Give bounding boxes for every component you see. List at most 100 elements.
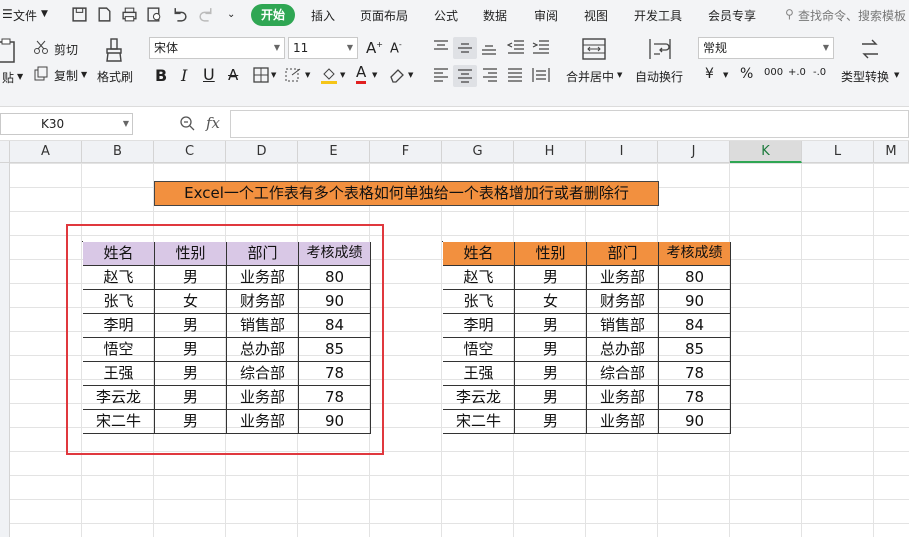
column-header-A[interactable]: A [10, 141, 82, 163]
strikethrough-icon[interactable]: A [228, 66, 238, 84]
column-header-K[interactable]: K [730, 141, 802, 163]
print-preview-icon[interactable] [146, 6, 163, 23]
search-icon[interactable]: ⚲ [785, 7, 794, 21]
column-header-M[interactable]: M [874, 141, 909, 163]
right-data-cell[interactable]: 78 [659, 386, 731, 410]
right-data-cell[interactable]: 84 [659, 314, 731, 338]
italic-icon[interactable]: I [181, 66, 187, 85]
tab-page-layout[interactable]: 页面布局 [360, 7, 408, 24]
number-format-select[interactable]: 常规 ▼ [698, 37, 834, 59]
right-data-cell[interactable]: 宋二牛 [443, 410, 515, 434]
right-data-cell[interactable]: 男 [515, 410, 587, 434]
right-header-cell[interactable]: 考核成绩 [659, 242, 731, 266]
copy-icon[interactable] [33, 66, 49, 82]
format-painter-button[interactable]: 格式刷 [97, 68, 133, 85]
tab-developer[interactable]: 开发工具 [634, 7, 682, 24]
type-convert-dropdown-icon[interactable]: ▼ [894, 71, 899, 79]
font-family-select[interactable]: 宋体 ▼ [149, 37, 285, 59]
right-data-cell[interactable]: 85 [659, 338, 731, 362]
column-header-C[interactable]: C [154, 141, 226, 163]
right-data-cell[interactable]: 90 [659, 290, 731, 314]
format-painter-icon[interactable] [104, 38, 124, 62]
paste-label[interactable]: 贴 [2, 69, 14, 86]
bold-icon[interactable]: B [155, 66, 167, 85]
indent-icon[interactable] [532, 40, 550, 54]
align-top-icon[interactable] [433, 40, 449, 54]
align-bottom-icon[interactable] [481, 41, 497, 55]
border-dropdown-icon[interactable]: ▼ [271, 71, 276, 79]
right-data-cell[interactable]: 80 [659, 266, 731, 290]
right-data-cell[interactable]: 女 [515, 290, 587, 314]
distributed-icon[interactable] [532, 67, 550, 83]
menu-file[interactable]: 文件 [13, 7, 37, 24]
hamburger-icon[interactable]: ☰ [2, 7, 13, 21]
right-data-cell[interactable]: 王强 [443, 362, 515, 386]
formula-input[interactable] [230, 110, 909, 138]
redo-icon[interactable] [198, 6, 215, 23]
fx-icon[interactable]: fx [206, 114, 220, 132]
column-header-I[interactable]: I [586, 141, 658, 163]
tab-insert[interactable]: 插入 [311, 7, 335, 24]
type-convert-icon[interactable] [859, 38, 881, 60]
right-data-cell[interactable]: 张飞 [443, 290, 515, 314]
merge-center-button[interactable]: 合并居中 [566, 68, 614, 85]
clear-dropdown-icon[interactable]: ▼ [408, 71, 413, 79]
tab-start[interactable]: 开始 [251, 4, 295, 26]
decrease-decimal-icon[interactable]: -.0 [813, 67, 826, 78]
column-header-E[interactable]: E [298, 141, 370, 163]
fill-style-icon[interactable] [285, 67, 303, 83]
right-data-cell[interactable]: 悟空 [443, 338, 515, 362]
column-header-J[interactable]: J [658, 141, 730, 163]
increase-font-icon[interactable]: A+ [366, 39, 383, 57]
right-data-cell[interactable]: 赵飞 [443, 266, 515, 290]
right-data-cell[interactable]: 男 [515, 338, 587, 362]
right-data-cell[interactable]: 男 [515, 266, 587, 290]
copy-dropdown-icon[interactable]: ▼ [81, 70, 87, 79]
copy-button[interactable]: 复制 [54, 67, 78, 84]
more-chevron-icon[interactable]: ⌄ [227, 9, 235, 20]
tab-view[interactable]: 视图 [584, 7, 608, 24]
right-data-cell[interactable]: 李明 [443, 314, 515, 338]
align-center-icon[interactable] [453, 65, 477, 87]
tab-data[interactable]: 数据 [483, 7, 507, 24]
outdent-icon[interactable] [507, 40, 525, 54]
save-icon[interactable] [71, 6, 88, 23]
select-all-corner[interactable] [0, 141, 10, 163]
right-data-cell[interactable]: 业务部 [587, 410, 659, 434]
export-pdf-icon[interactable] [96, 6, 113, 23]
right-data-cell[interactable]: 总办部 [587, 338, 659, 362]
thousands-icon[interactable]: 000 [764, 67, 783, 78]
right-data-cell[interactable]: 78 [659, 362, 731, 386]
print-icon[interactable] [121, 6, 138, 23]
tab-review[interactable]: 审阅 [534, 7, 558, 24]
right-data-cell[interactable]: 李云龙 [443, 386, 515, 410]
currency-dropdown-icon[interactable]: ▼ [723, 71, 728, 79]
column-header-L[interactable]: L [802, 141, 874, 163]
font-color-dropdown-icon[interactable]: ▼ [372, 71, 377, 79]
cut-button[interactable]: 剪切 [54, 41, 78, 58]
clear-icon[interactable] [388, 67, 406, 83]
row-header-gutter[interactable] [0, 141, 10, 537]
type-convert-button[interactable]: 类型转换 [841, 68, 889, 85]
increase-decimal-icon[interactable]: +.0 [788, 67, 806, 78]
border-icon[interactable] [253, 67, 269, 83]
chevron-down-icon[interactable]: ▼ [41, 9, 48, 19]
merge-center-icon[interactable] [582, 38, 606, 60]
percent-icon[interactable]: % [740, 66, 753, 82]
right-data-cell[interactable]: 业务部 [587, 266, 659, 290]
right-header-cell[interactable]: 性别 [515, 242, 587, 266]
justify-icon[interactable] [507, 68, 523, 82]
right-header-cell[interactable]: 姓名 [443, 242, 515, 266]
tab-member[interactable]: 会员专享 [708, 7, 756, 24]
merge-dropdown-icon[interactable]: ▼ [617, 71, 622, 79]
right-data-cell[interactable]: 男 [515, 362, 587, 386]
column-header-G[interactable]: G [442, 141, 514, 163]
paste-dropdown-icon[interactable]: ▼ [17, 72, 23, 81]
right-data-cell[interactable]: 男 [515, 314, 587, 338]
column-header-B[interactable]: B [82, 141, 154, 163]
align-left-icon[interactable] [433, 68, 449, 82]
zoom-icon[interactable] [179, 115, 195, 131]
right-data-cell[interactable]: 90 [659, 410, 731, 434]
fill-color-dropdown-icon[interactable]: ▼ [340, 71, 345, 79]
right-data-cell[interactable]: 销售部 [587, 314, 659, 338]
